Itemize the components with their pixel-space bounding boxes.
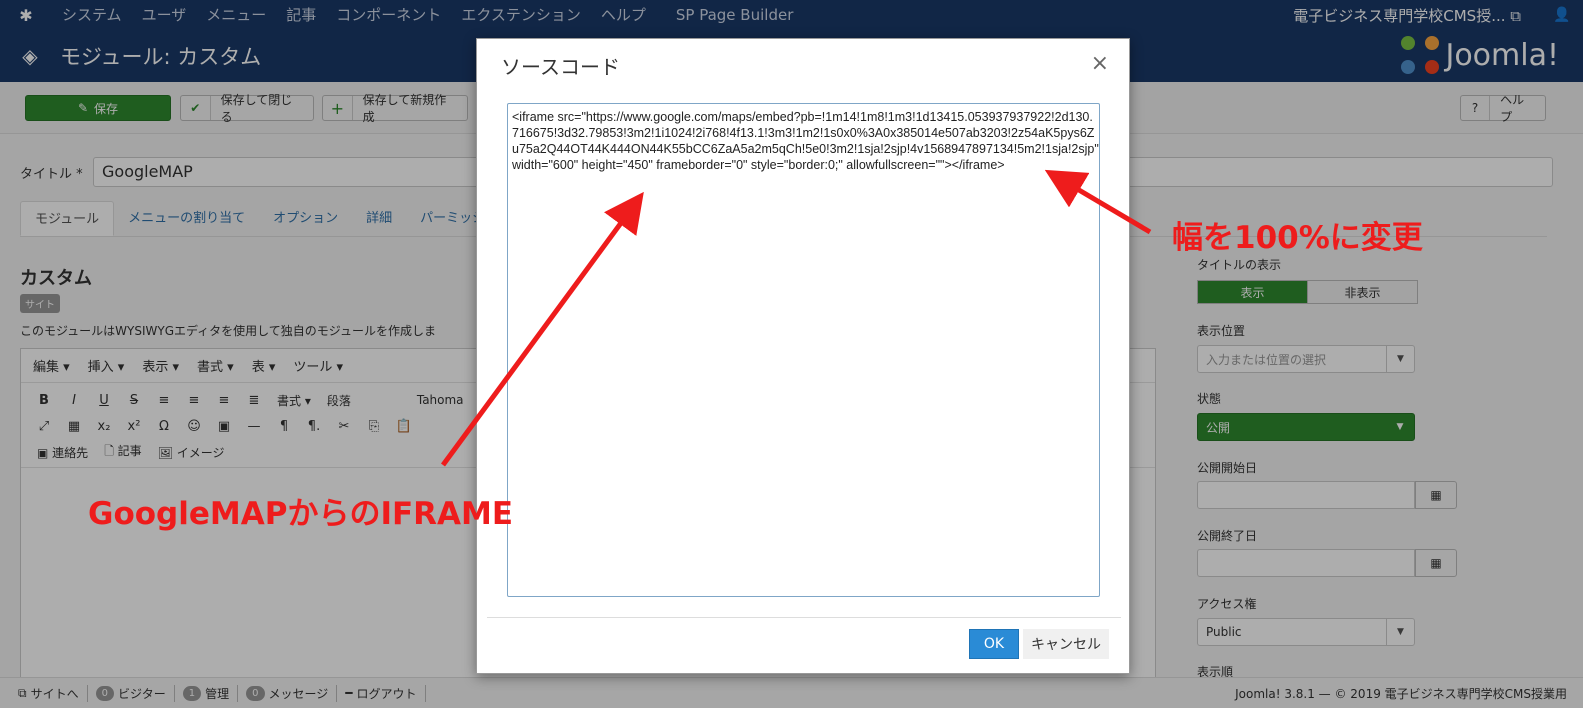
dialog-divider [487,617,1121,618]
ok-button[interactable]: OK [969,629,1019,659]
close-icon[interactable]: × [1091,51,1109,76]
dialog-title: ソースコード [501,55,620,79]
annotation-width: 幅を100%に変更 [1172,220,1423,256]
annotation-iframe: GoogleMAPからのIFRAME [88,496,514,532]
source-code-textarea[interactable]: <iframe src="https://www.google.com/maps… [507,103,1100,597]
cancel-button[interactable]: キャンセル [1023,629,1109,659]
source-code-dialog: ソースコード × <iframe src="https://www.google… [476,38,1130,674]
